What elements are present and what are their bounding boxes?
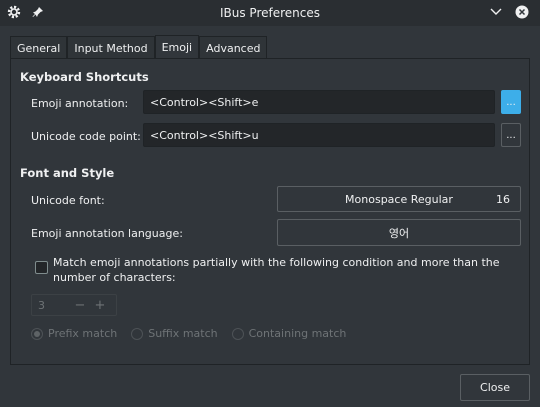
- unicode-font-button[interactable]: Monospace Regular 16: [277, 186, 521, 212]
- decrement-button[interactable]: −: [70, 298, 90, 313]
- containing-match-radio[interactable]: [231, 327, 244, 340]
- match-partial-label: Match emoji annotations partially with t…: [53, 256, 500, 284]
- tab-advanced[interactable]: Advanced: [199, 36, 268, 59]
- emoji-language-label: Emoji annotation language:: [31, 227, 183, 240]
- title-bar-left: [5, 3, 47, 21]
- close-icon[interactable]: [514, 4, 530, 20]
- suffix-match-radio[interactable]: [131, 327, 144, 340]
- gear-icon[interactable]: [5, 3, 23, 21]
- window-title: IBus Preferences: [219, 6, 321, 20]
- match-mode-group: Prefix match Suffix match Containing mat…: [31, 327, 360, 340]
- containing-match-label: Containing match: [248, 327, 347, 340]
- title-bar: IBus Preferences: [0, 0, 540, 26]
- suffix-match-label: Suffix match: [148, 327, 218, 340]
- match-partial-checkbox[interactable]: [35, 261, 48, 274]
- tab-input-method[interactable]: Input Method: [67, 36, 155, 59]
- emoji-annotation-edit-button[interactable]: ...: [501, 90, 521, 114]
- pin-icon[interactable]: [29, 3, 47, 21]
- tab-general[interactable]: General: [10, 36, 68, 59]
- increment-button[interactable]: +: [90, 298, 110, 313]
- prefix-match-radio[interactable]: [31, 327, 43, 340]
- unicode-font-label: Unicode font:: [31, 194, 105, 207]
- close-button[interactable]: Close: [460, 374, 530, 401]
- tab-bar: General Input Method Emoji Advanced: [10, 35, 268, 59]
- unicode-font-size: 16: [496, 192, 510, 206]
- prefix-match-label: Prefix match: [48, 327, 118, 340]
- keyboard-shortcuts-heading: Keyboard Shortcuts: [20, 70, 149, 84]
- emoji-tab-panel: Keyboard Shortcuts Emoji annotation: <Co…: [10, 58, 530, 365]
- containing-match-option[interactable]: Containing match: [231, 327, 347, 340]
- emoji-language-button[interactable]: 영어: [277, 219, 521, 246]
- minimize-chevron-icon[interactable]: [488, 4, 504, 20]
- unicode-code-point-edit-button[interactable]: ...: [501, 123, 521, 147]
- unicode-code-point-label: Unicode code point:: [31, 130, 141, 143]
- unicode-font-name: Monospace Regular: [345, 192, 453, 206]
- match-length-spinner[interactable]: 3 − +: [31, 294, 117, 316]
- emoji-annotation-field[interactable]: <Control><Shift>e: [143, 90, 495, 114]
- suffix-match-option[interactable]: Suffix match: [131, 327, 218, 340]
- title-bar-controls: [488, 4, 530, 20]
- unicode-code-point-field[interactable]: <Control><Shift>u: [143, 123, 495, 147]
- match-length-value: 3: [38, 298, 45, 312]
- tab-emoji[interactable]: Emoji: [154, 35, 200, 59]
- font-and-style-heading: Font and Style: [20, 166, 115, 180]
- prefix-match-option[interactable]: Prefix match: [31, 327, 117, 340]
- emoji-annotation-label: Emoji annotation:: [31, 97, 129, 110]
